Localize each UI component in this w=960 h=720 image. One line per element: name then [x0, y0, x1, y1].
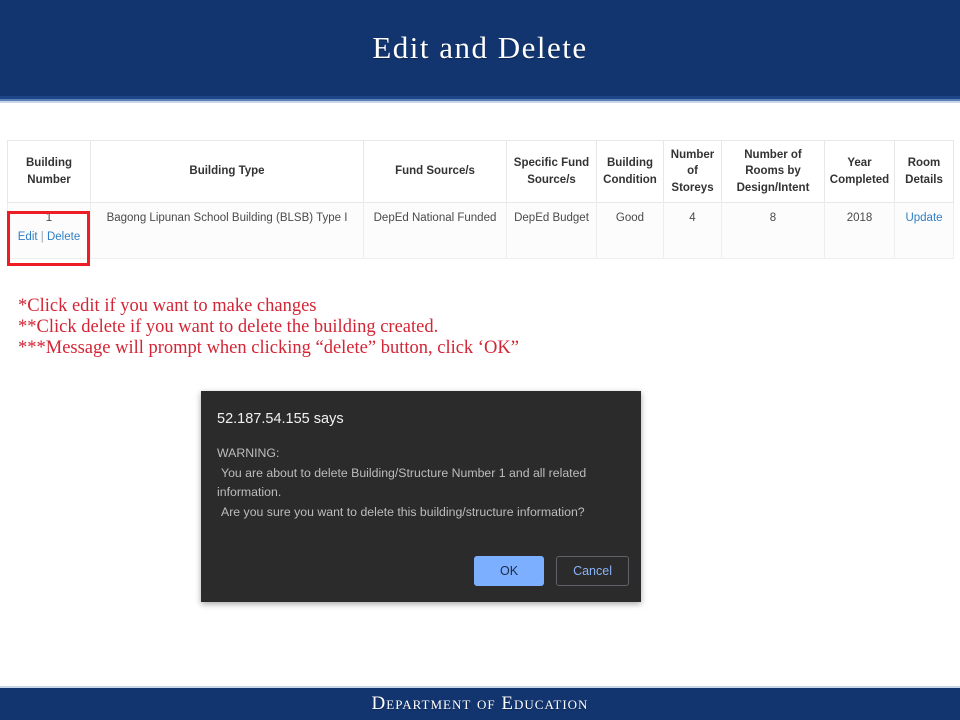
dialog-message-line-1: WARNING: [217, 446, 280, 460]
cancel-button[interactable]: Cancel [556, 556, 629, 586]
column-header-fund-source[interactable]: Fund Source/s [363, 140, 507, 203]
dialog-title: 52.187.54.155 says [217, 411, 344, 427]
footer-title: Department of Education [371, 693, 589, 714]
column-header-year-completed[interactable]: Year Completed [824, 140, 895, 203]
cell-room-details: Update [894, 202, 954, 259]
cell-building-number: 1 Edit | Delete [7, 202, 91, 259]
action-separator: | [40, 231, 44, 243]
header-divider-light [0, 101, 960, 103]
buildings-table-container: Building Number Building Type Fund Sourc… [7, 140, 954, 259]
cell-fund-source: DepEd National Funded [363, 202, 507, 259]
update-link[interactable]: Update [905, 212, 942, 224]
cell-number-of-rooms: 8 [721, 202, 825, 259]
table-header-row: Building Number Building Type Fund Sourc… [7, 140, 954, 203]
cell-building-type: Bagong Lipunan School Building (BLSB) Ty… [90, 202, 364, 259]
page-title: Edit and Delete [372, 30, 588, 65]
browser-alert-dialog: 52.187.54.155 says WARNING: You are abou… [201, 391, 641, 602]
column-header-specific-fund-source[interactable]: Specific Fund Source/s [506, 140, 597, 203]
cell-building-condition: Good [596, 202, 664, 259]
table-row: 1 Edit | Delete Bagong Lipunan School Bu… [7, 202, 954, 259]
ok-button[interactable]: OK [474, 556, 545, 586]
dialog-button-group: OK Cancel [474, 556, 629, 586]
cell-number-of-storeys: 4 [663, 202, 722, 259]
column-header-number-of-storeys[interactable]: Number of Storeys [663, 140, 722, 203]
dialog-message-line-3: information. [217, 485, 282, 499]
dialog-message-line-4: Are you sure you want to delete this bui… [221, 504, 585, 519]
edit-link[interactable]: Edit [18, 231, 38, 243]
note-line-2: **Click delete if you want to delete the… [18, 317, 439, 337]
column-header-room-details[interactable]: Room Details [894, 140, 954, 203]
column-header-building-number[interactable]: Building Number [7, 140, 91, 203]
slide-footer: Department of Education [0, 688, 960, 720]
note-line-1: *Click edit if you want to make changes [18, 296, 317, 316]
row-action-links: Edit | Delete [13, 231, 85, 243]
buildings-table: Building Number Building Type Fund Sourc… [7, 140, 954, 259]
cell-specific-fund-source: DepEd Budget [506, 202, 597, 259]
slide-header: Edit and Delete [0, 0, 960, 96]
note-line-3: ***Message will prompt when clicking “de… [18, 338, 519, 358]
delete-link[interactable]: Delete [47, 231, 80, 243]
instruction-notes: *Click edit if you want to make changes … [18, 296, 718, 359]
building-number-value: 1 [45, 212, 53, 224]
column-header-building-condition[interactable]: Building Condition [596, 140, 664, 203]
cell-year-completed: 2018 [824, 202, 895, 259]
dialog-message: WARNING: You are about to delete Buildin… [217, 444, 627, 522]
dialog-message-line-2: You are about to delete Building/Structu… [221, 465, 587, 480]
column-header-building-type[interactable]: Building Type [90, 140, 364, 203]
column-header-number-of-rooms[interactable]: Number of Rooms by Design/Intent [721, 140, 825, 203]
